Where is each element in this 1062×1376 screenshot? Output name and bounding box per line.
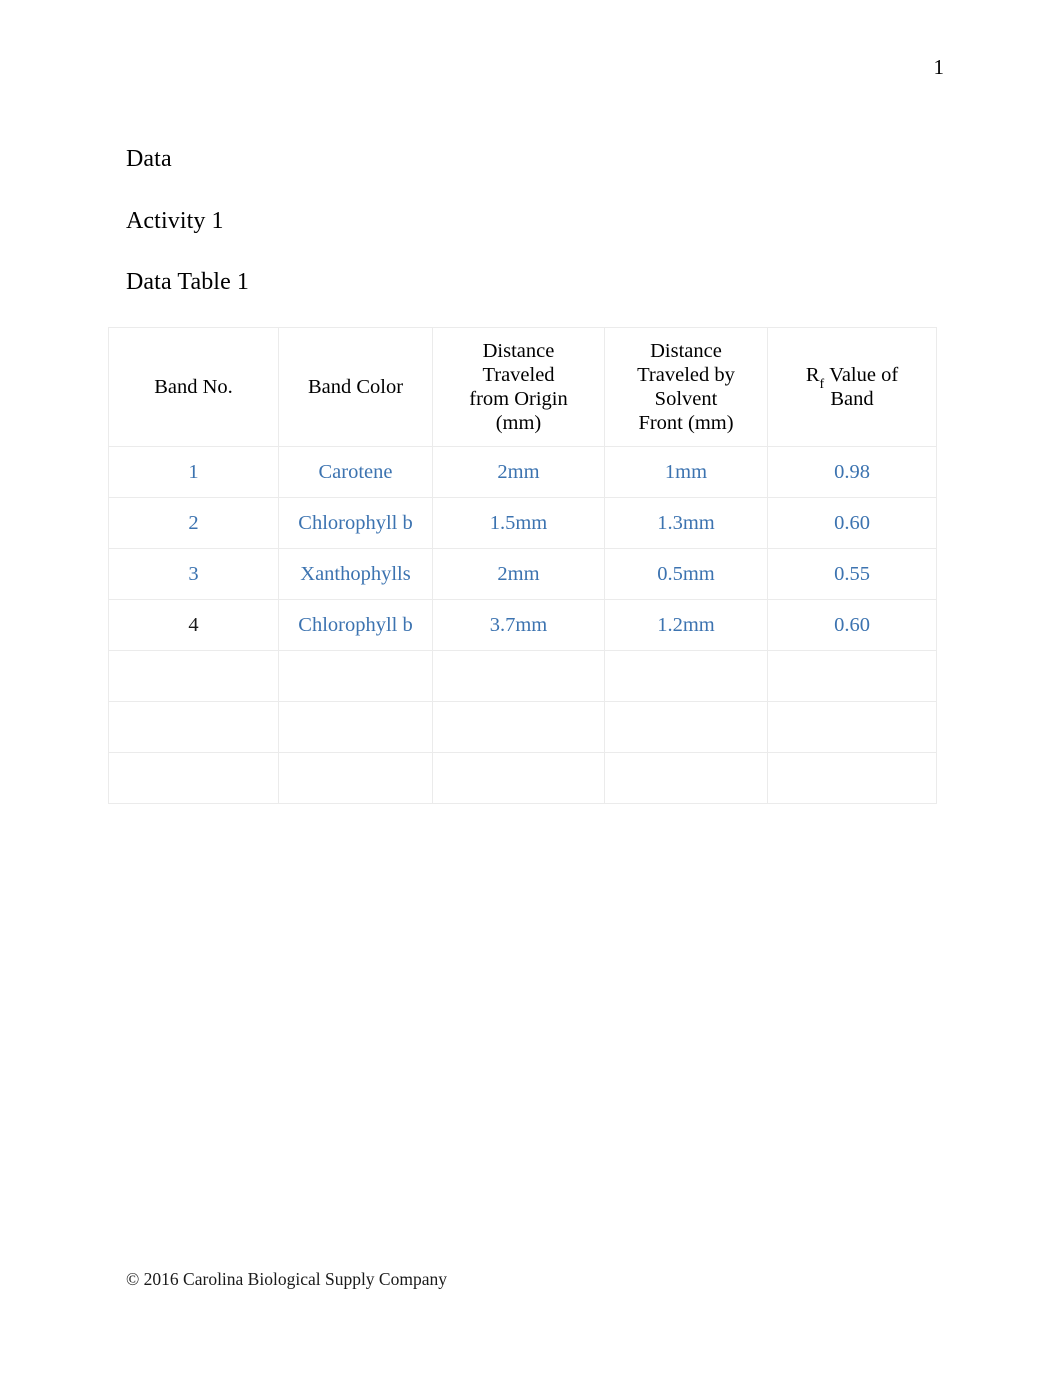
table-row: 3 Xanthophylls 2mm 0.5mm 0.55 (108, 548, 937, 600)
cell-distance-origin-empty (432, 752, 605, 804)
cell-rf-value: 0.60 (767, 599, 937, 651)
cell-distance-solvent: 0.5mm (604, 548, 768, 600)
cell-band-color: Carotene (278, 446, 433, 498)
cell-band-color-empty (278, 701, 433, 753)
cell-distance-solvent-empty (604, 650, 768, 702)
header-rf-symbol: R (805, 363, 820, 386)
header-rf-suffix-line-1: Value of (829, 363, 899, 386)
header-rf-value-of-band: Rf Value of Band (767, 327, 937, 447)
cell-distance-origin: 2mm (432, 548, 605, 600)
cell-rf-value-empty (767, 701, 937, 753)
cell-band-color: Chlorophyll b (278, 599, 433, 651)
header-band-no: Band No. (108, 327, 279, 447)
cell-distance-origin: 2mm (432, 446, 605, 498)
cell-distance-solvent: 1mm (604, 446, 768, 498)
cell-band-no-empty (108, 650, 279, 702)
cell-band-no-empty (108, 752, 279, 804)
data-table-container: Band No. Band Color Distance Traveled fr… (108, 327, 937, 804)
table-header-row: Band No. Band Color Distance Traveled fr… (108, 327, 937, 447)
cell-distance-solvent-empty (604, 701, 768, 753)
header-distance-solvent-front: Distance Traveled by Solvent Front (mm) (604, 327, 768, 447)
cell-band-no-empty (108, 701, 279, 753)
cell-band-color-empty (278, 752, 433, 804)
table-row: 2 Chlorophyll b 1.5mm 1.3mm 0.60 (108, 497, 937, 549)
header-distance-solvent-line-3: Solvent (654, 388, 718, 410)
header-rf-subscript: f (819, 376, 825, 392)
table-row: 1 Carotene 2mm 1mm 0.98 (108, 446, 937, 498)
cell-distance-origin: 1.5mm (432, 497, 605, 549)
header-band-color: Band Color (278, 327, 433, 447)
cell-band-no: 2 (108, 497, 279, 549)
cell-band-color: Chlorophyll b (278, 497, 433, 549)
cell-distance-origin: 3.7mm (432, 599, 605, 651)
heading-data-table: Data Table 1 (126, 269, 250, 296)
cell-rf-value: 0.55 (767, 548, 937, 600)
header-distance-from-origin: Distance Traveled from Origin (mm) (432, 327, 605, 447)
header-distance-origin-line-4: (mm) (495, 412, 542, 435)
header-distance-solvent-line-2: Traveled by (637, 363, 735, 386)
header-distance-solvent-line-4: Front (mm) (638, 412, 734, 435)
table-row-empty (108, 650, 937, 702)
header-distance-origin-line-3: from Origin (469, 388, 568, 410)
table-row-empty (108, 752, 937, 804)
cell-rf-value-empty (767, 752, 937, 804)
cell-rf-value: 0.60 (767, 497, 937, 549)
cell-band-no: 4 (108, 599, 279, 651)
cell-band-color: Xanthophylls (278, 548, 433, 600)
header-distance-solvent-line-1: Distance (650, 339, 722, 362)
document-body: Data Activity 1 Data Table 1 (126, 146, 946, 330)
cell-band-color-empty (278, 650, 433, 702)
data-table-1: Band No. Band Color Distance Traveled fr… (108, 327, 937, 804)
document-page: 1 Data Activity 1 Data Table 1 Band No. … (0, 0, 1062, 1376)
cell-band-no: 1 (108, 446, 279, 498)
copyright-footer: © 2016 Carolina Biological Supply Compan… (126, 1269, 447, 1289)
heading-activity: Activity 1 (126, 207, 224, 234)
cell-distance-origin-empty (432, 701, 605, 753)
heading-data: Data (126, 146, 172, 172)
table-row: 4 Chlorophyll b 3.7mm 1.2mm 0.60 (108, 599, 937, 651)
table-row-empty (108, 701, 937, 753)
cell-band-no: 3 (108, 548, 279, 600)
cell-distance-origin-empty (432, 650, 605, 702)
cell-distance-solvent: 1.3mm (604, 497, 768, 549)
cell-rf-value: 0.98 (767, 446, 937, 498)
cell-distance-solvent: 1.2mm (604, 599, 768, 651)
page-number: 1 (933, 55, 945, 79)
cell-distance-solvent-empty (604, 752, 768, 804)
header-distance-origin-line-2: Traveled (482, 363, 555, 386)
header-rf-suffix-line-2: Band (830, 388, 874, 410)
header-distance-origin-line-1: Distance (482, 339, 555, 362)
cell-rf-value-empty (767, 650, 937, 702)
